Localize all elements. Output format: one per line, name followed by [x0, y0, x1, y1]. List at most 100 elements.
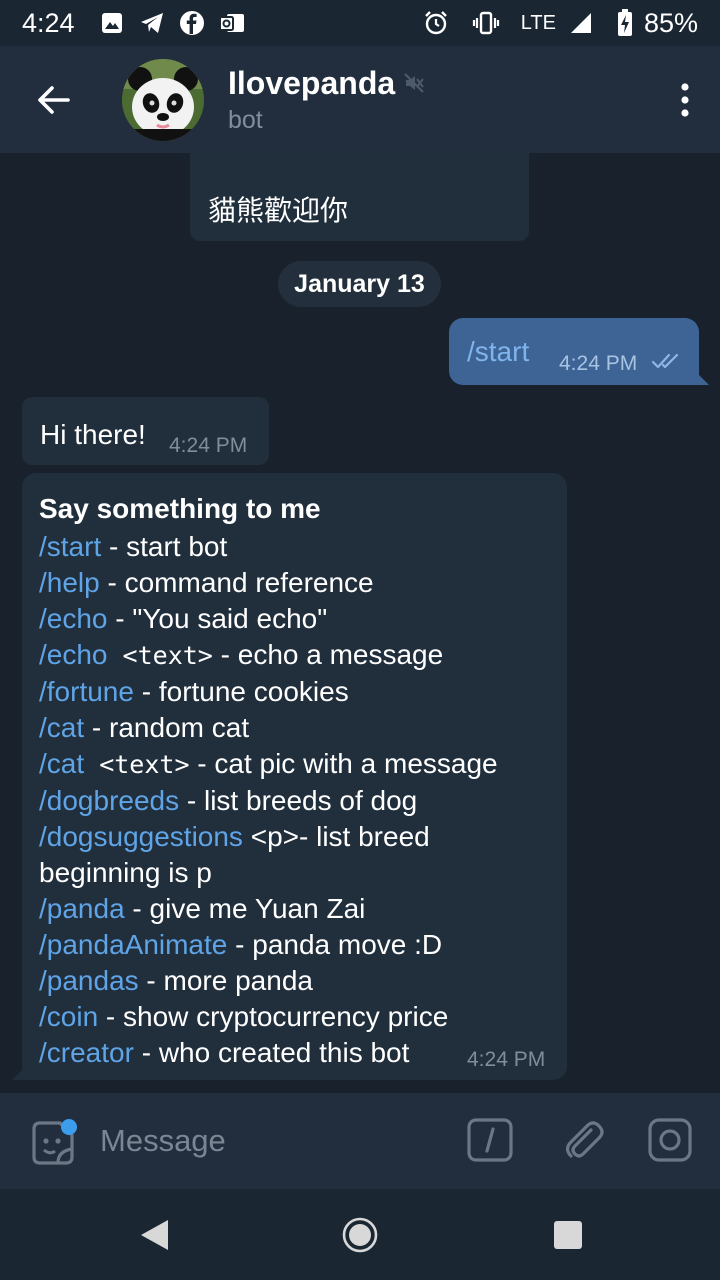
- incoming-message-partial[interactable]: 貓熊歡迎你: [190, 153, 529, 241]
- command-argument: <text>: [84, 750, 190, 779]
- command-description: - who created this bot: [133, 1037, 410, 1068]
- command-description: - give me Yuan Zai: [124, 893, 366, 924]
- camera-button[interactable]: [647, 1117, 693, 1163]
- status-bar: 4:24 LTE 85%: [0, 0, 720, 46]
- command-link[interactable]: /coin: [39, 1001, 98, 1032]
- message-text[interactable]: /start: [467, 336, 529, 368]
- square-recents-icon: [554, 1221, 582, 1249]
- message-input[interactable]: [100, 1115, 440, 1167]
- command-description: - "You said echo": [107, 603, 328, 634]
- command-line: beginning is p: [39, 855, 559, 891]
- command-description: - command reference: [99, 567, 374, 598]
- command-line: /fortune - fortune cookies: [39, 674, 559, 710]
- command-description: - random cat: [84, 712, 250, 743]
- slash-command-icon: [467, 1118, 513, 1162]
- message-list[interactable]: 貓熊歡迎你 January 13 /start 4:24 PM Hi there…: [0, 153, 720, 1093]
- command-link[interactable]: /cat: [39, 748, 84, 779]
- sticker-icon: [32, 1119, 77, 1165]
- command-link[interactable]: /echo: [39, 639, 108, 670]
- command-link[interactable]: /fortune: [39, 676, 134, 707]
- command-description: - fortune cookies: [133, 676, 349, 707]
- muted-icon: [404, 73, 424, 93]
- vibrate-icon: [471, 8, 501, 38]
- incoming-message[interactable]: Hi there! 4:24 PM: [22, 397, 269, 465]
- command-link[interactable]: /creator: [39, 1037, 134, 1068]
- signal-icon: [566, 8, 596, 38]
- command-description: - cat pic with a message: [189, 748, 498, 779]
- bot-commands-button[interactable]: [467, 1117, 513, 1163]
- network-type: LTE: [520, 11, 556, 34]
- command-line: /start - start bot: [39, 529, 559, 565]
- chat-subtitle: bot: [228, 105, 263, 134]
- command-description: - echo a message: [212, 639, 444, 670]
- message-time: 4:24 PM: [467, 1048, 546, 1071]
- command-link[interactable]: /panda: [39, 893, 125, 924]
- command-link[interactable]: /echo: [39, 603, 108, 634]
- command-description: - list breeds of dog: [179, 785, 418, 816]
- date-separator: January 13: [278, 261, 441, 307]
- triangle-back-icon: [141, 1220, 168, 1250]
- command-link[interactable]: /pandas: [39, 965, 139, 996]
- command-line: /echo - "You said echo": [39, 601, 559, 637]
- command-link[interactable]: /pandaAnimate: [39, 929, 227, 960]
- command-line: /echo <text> - echo a message: [39, 637, 559, 674]
- command-description: - more panda: [138, 965, 313, 996]
- nav-home-button[interactable]: [340, 1215, 380, 1255]
- battery-level: 85%: [643, 7, 698, 38]
- command-link[interactable]: /dogbreeds: [39, 785, 179, 816]
- message-time: 4:24 PM: [559, 352, 638, 375]
- emoji-sticker-button[interactable]: [28, 1119, 78, 1169]
- command-line: /panda - give me Yuan Zai: [39, 891, 559, 927]
- camera-icon: [648, 1118, 692, 1162]
- command-link[interactable]: /cat: [39, 712, 84, 743]
- double-check-icon: [651, 353, 679, 369]
- message-text: 貓熊歡迎你: [208, 195, 349, 226]
- command-line: /help - command reference: [39, 565, 559, 601]
- system-nav-bar: [0, 1189, 720, 1280]
- alarm-icon: [421, 8, 451, 38]
- facebook-icon: [177, 8, 207, 38]
- command-argument: <text>: [107, 641, 213, 670]
- attach-button[interactable]: [560, 1117, 606, 1163]
- nav-recents-button[interactable]: [548, 1215, 588, 1255]
- command-description: - start bot: [101, 531, 228, 562]
- more-vertical-icon: [681, 82, 689, 117]
- command-line: /dogsuggestions <p>- list breed: [39, 819, 559, 855]
- command-description: - show cryptocurrency price: [98, 1001, 449, 1032]
- back-button[interactable]: [0, 46, 106, 153]
- chat-title[interactable]: Ilovepanda: [228, 65, 395, 102]
- command-description: <p>- list breed: [242, 821, 430, 852]
- message-text: Hi there!: [40, 419, 146, 450]
- avatar[interactable]: [122, 58, 204, 141]
- message-time: 4:24 PM: [169, 434, 248, 457]
- gallery-icon: [97, 8, 127, 38]
- command-description: beginning is p: [39, 857, 212, 888]
- home-circle-icon: [342, 1217, 378, 1253]
- command-line: /coin - show cryptocurrency price: [39, 999, 559, 1035]
- command-link[interactable]: /help: [39, 567, 100, 598]
- outgoing-message[interactable]: /start 4:24 PM: [449, 318, 709, 385]
- command-list: /start - start bot/help - command refere…: [39, 529, 559, 1071]
- panda-avatar-image: [122, 58, 204, 141]
- status-time: 4:24: [22, 7, 75, 38]
- chat-header: Ilovepanda bot: [0, 46, 720, 153]
- outlook-icon: [217, 8, 247, 38]
- telegram-icon: [137, 8, 167, 38]
- command-line: /pandaAnimate - panda move :D: [39, 927, 559, 963]
- paperclip-icon: [565, 1121, 604, 1158]
- more-options-button[interactable]: [650, 46, 720, 153]
- message-input-bar: [0, 1093, 720, 1189]
- command-line: /cat - random cat: [39, 710, 559, 746]
- arrow-left-icon: [38, 85, 70, 114]
- command-line: /cat <text> - cat pic with a message: [39, 746, 559, 783]
- command-link[interactable]: /dogsuggestions: [39, 821, 243, 852]
- command-description: - panda move :D: [227, 929, 443, 960]
- command-link[interactable]: /start: [39, 531, 101, 562]
- command-line: /dogbreeds - list breeds of dog: [39, 783, 559, 819]
- incoming-message-command-list[interactable]: Say something to me /start - start bot/h…: [12, 473, 567, 1080]
- command-line: /pandas - more panda: [39, 963, 559, 999]
- command-list-title: Say something to me: [39, 493, 321, 524]
- battery-charging-icon: [616, 8, 634, 38]
- nav-back-button[interactable]: [134, 1215, 174, 1255]
- notification-dot: [61, 1119, 77, 1135]
